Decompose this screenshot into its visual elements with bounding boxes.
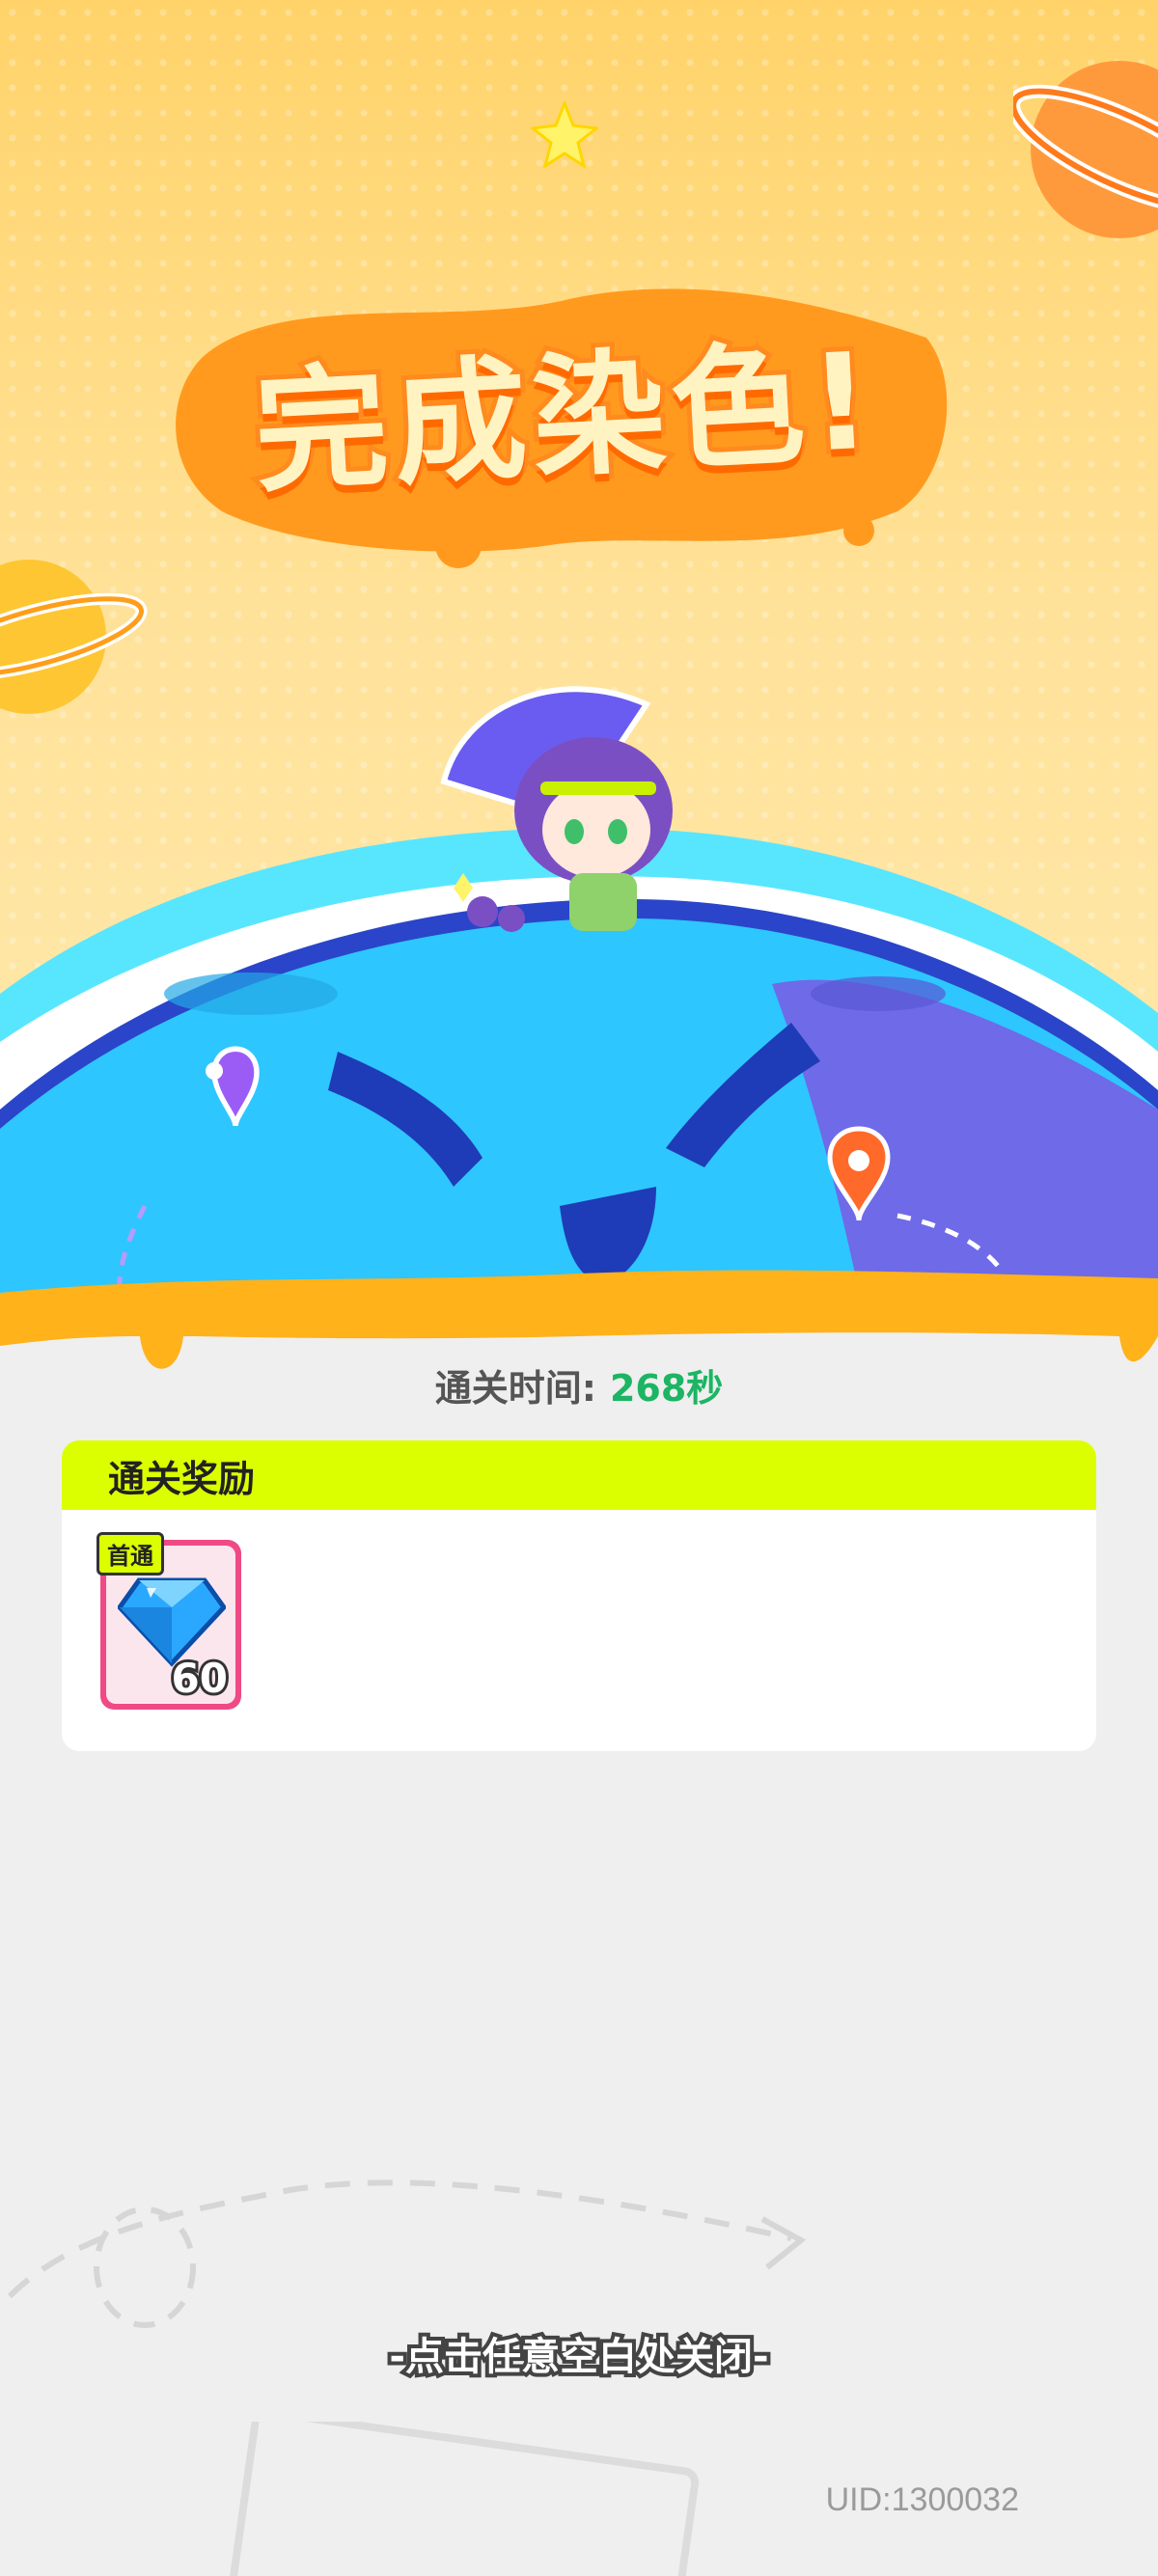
clear-time-row: 通关时间: 268秒 [0,1356,1158,1413]
star-icon [531,101,598,169]
clear-time-label: 通关时间: [434,1366,596,1410]
reward-count: 60 [169,1652,232,1705]
yellow-planet-icon [0,560,148,714]
air-ticket-decoration [227,2422,700,2576]
close-hint: -点击任意空白处关闭- [385,2331,772,2383]
reward-header: 通关奖励 [62,1440,1096,1510]
blue-diamond-icon [118,1577,226,1667]
result-screen[interactable]: 完成染色! 通关时间: 268秒 通关奖励 60 首通 -点击任意空白处关闭- … [0,0,1158,2576]
uid-label: UID:1300032 [825,2481,1019,2518]
reward-panel: 通关奖励 60 首通 [62,1440,1096,1751]
character-illustration [440,686,673,932]
reward-item[interactable]: 60 首通 [96,1532,241,1710]
orange-planet-icon [1013,61,1158,238]
title-text: 完成染色! [245,318,884,516]
first-clear-badge: 首通 [96,1532,164,1576]
title-banner: 完成染色! [169,270,960,540]
clear-time-value: 268秒 [609,1366,724,1410]
